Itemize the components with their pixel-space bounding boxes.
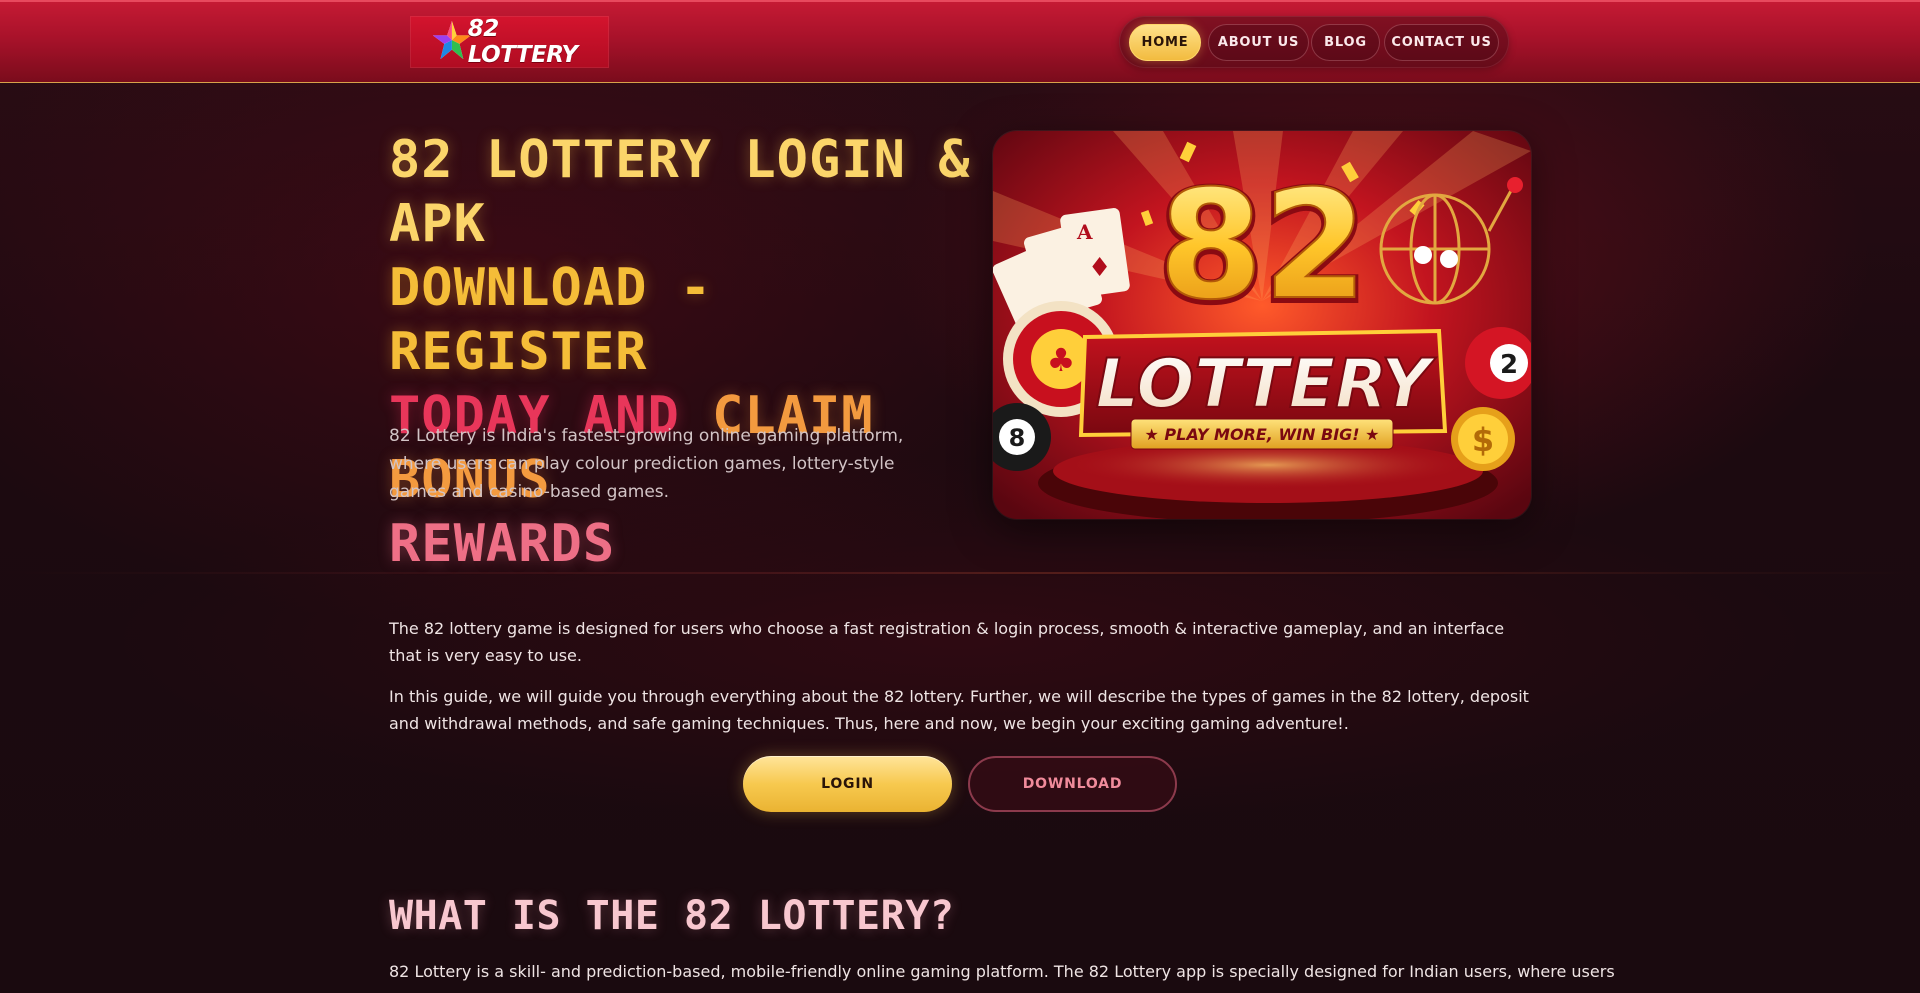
banner-coin: $ — [1472, 421, 1494, 459]
hero-banner-image: A ♦ ♣ 82 82 LOTTERY ★ PLAY MORE, WIN BIG… — [993, 131, 1531, 519]
login-button[interactable]: LOGIN — [743, 756, 952, 812]
page: 82 LOTTERY HOME ABOUT US BLOG CONTACT US… — [0, 0, 1920, 993]
svg-text:A: A — [1076, 220, 1093, 244]
svg-text:♣: ♣ — [1047, 341, 1076, 379]
site-header: 82 LOTTERY HOME ABOUT US BLOG CONTACT US — [0, 0, 1920, 83]
nav-blog[interactable]: BLOG — [1311, 24, 1380, 61]
banner-slogan: ★ PLAY MORE, WIN BIG! ★ — [1144, 425, 1379, 444]
what-is-paragraph: 82 Lottery is a skill- and prediction-ba… — [389, 962, 1615, 981]
banner-number: 82 — [1159, 159, 1368, 333]
hero-description: 82 Lottery is India's fastest-growing on… — [389, 426, 904, 502]
hero-title: 82 Lottery Login & APK Download - Regist… — [389, 128, 989, 576]
hero-title-line-2: Download - Register — [389, 258, 713, 382]
nav-about-us[interactable]: ABOUT US — [1208, 24, 1309, 61]
section-divider — [0, 572, 1920, 574]
nav-contact-us[interactable]: CONTACT US — [1384, 24, 1499, 61]
banner-word: LOTTERY — [1096, 345, 1438, 424]
logo-text: 82 LOTTERY — [467, 16, 578, 68]
main-nav: HOME ABOUT US BLOG CONTACT US — [1119, 16, 1509, 68]
banner-ball-left: 8 — [1009, 424, 1026, 452]
banner-ball-right: 2 — [1500, 350, 1518, 380]
what-is-heading: What is the 82 Lottery? — [389, 893, 955, 939]
download-button[interactable]: DOWNLOAD — [968, 756, 1177, 812]
intro-paragraph-1: The 82 lottery game is designed for user… — [389, 619, 1505, 665]
nav-home[interactable]: HOME — [1129, 24, 1201, 61]
svg-text:♦: ♦ — [1088, 253, 1111, 283]
hero-title-line-1: 82 Lottery Login & APK — [389, 130, 971, 254]
hero-title-line-4: Rewards — [389, 514, 616, 574]
site-logo[interactable]: 82 LOTTERY — [410, 16, 609, 68]
intro-paragraph-2: In this guide, we will guide you through… — [389, 687, 1529, 733]
